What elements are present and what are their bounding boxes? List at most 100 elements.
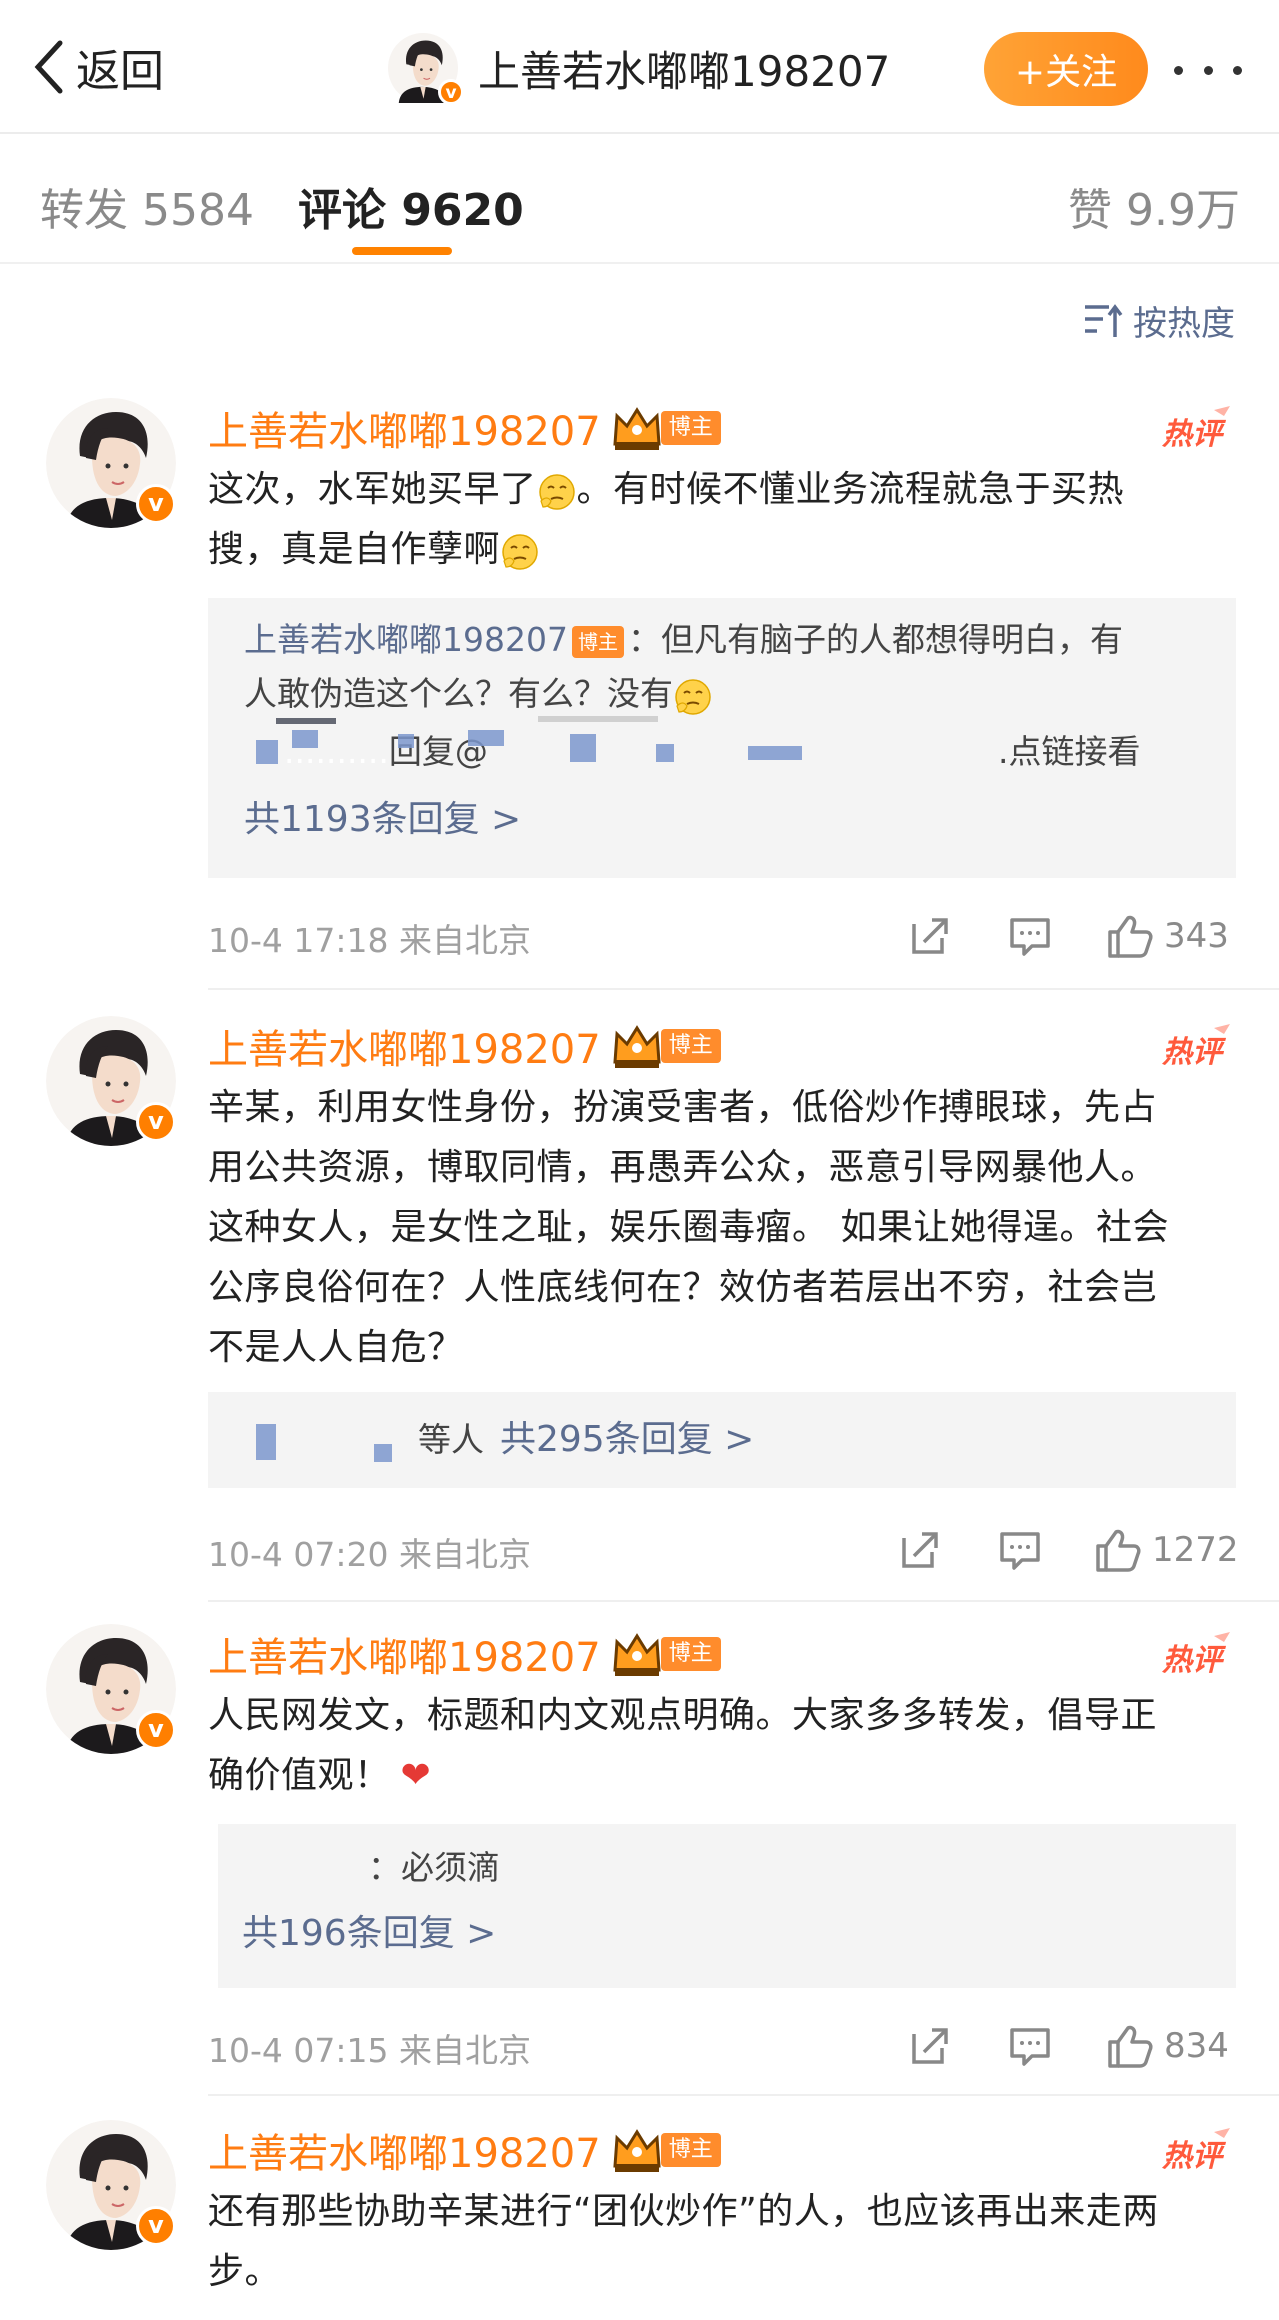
avatar[interactable]: v: [46, 1624, 176, 1754]
comment-author-name[interactable]: 上善若水嘟嘟198207: [208, 1017, 601, 1075]
reply-count-link[interactable]: 共1193条回复 >: [244, 794, 521, 846]
comment-author-row: 上善若水嘟嘟198207 博主: [208, 1624, 721, 1684]
more-options-button[interactable]: [1168, 40, 1248, 100]
blurred-text: [256, 1424, 276, 1460]
comment-icon: [1006, 912, 1054, 960]
reply-button[interactable]: [996, 1526, 1044, 1574]
comment-author-name[interactable]: 上善若水嘟嘟198207: [208, 1625, 601, 1683]
author-badge: 博主: [660, 411, 721, 445]
author-badge: 博主: [660, 1029, 721, 1063]
reply-preview-line: 上善若水嘟嘟198207 博主 ：但凡有脑子的人都想得明白，有: [244, 620, 1123, 659]
verified-badge-icon: v: [136, 1710, 176, 1750]
thumbs-up-icon: [1094, 1526, 1142, 1574]
crown-icon: [611, 2126, 663, 2174]
blurred-text: [748, 746, 802, 760]
tab-reposts[interactable]: 转发 5584: [40, 174, 254, 238]
page-title[interactable]: v 上善若水嘟嘟198207: [388, 30, 890, 106]
reply-preview-line: .点链接看: [998, 732, 1141, 771]
comment-meta: 10-4 17:18 来自北京 343: [208, 906, 1238, 966]
hot-comment-icon: [1160, 404, 1236, 458]
reply-count-link[interactable]: 共295条回复 >: [500, 1419, 754, 1460]
thumbs-up-icon: [1106, 2022, 1154, 2070]
like-count: 1272: [1152, 1530, 1239, 1570]
blurred-text: [276, 718, 336, 724]
sort-icon: [1085, 303, 1123, 337]
tab-likes[interactable]: 赞 9.9万: [1068, 174, 1240, 238]
comment-meta: 10-4 07:15 来自北京 834: [208, 2016, 1238, 2076]
comment-author-name[interactable]: 上善若水嘟嘟198207: [208, 2121, 601, 2179]
tab-comments[interactable]: 评论 9620: [298, 174, 524, 238]
comment-meta: 10-4 07:20 来自北京 1272: [208, 1520, 1239, 1580]
reply-button[interactable]: [1006, 912, 1054, 960]
avatar[interactable]: v: [46, 398, 176, 528]
comment-text: 人民网发文，标题和内文观点明确。大家多多转发，倡导正 确价值观！ ❤: [208, 1695, 1158, 1796]
divider: [208, 1600, 1279, 1602]
comment-text: 辛某，利用女性身份，扮演受害者，低俗炒作搏眼球，先占 用公共资源，博取同情，再愚…: [208, 1087, 1169, 1368]
comment-author-row: 上善若水嘟嘟198207 博主: [208, 398, 721, 458]
comment-text: 还有那些协助辛某进行“团伙炒作”的人，也应该再出来走两 步。: [208, 2191, 1159, 2292]
comment-item: v 上善若水嘟嘟198207 博主 这次，水军她买早了 。有时候不懂业务流程就急于…: [0, 398, 1279, 998]
sort-label: 按热度: [1133, 304, 1235, 344]
blurred-text: [570, 734, 596, 762]
divider: [208, 2094, 1279, 2096]
share-button[interactable]: [906, 912, 954, 960]
verified-badge-icon: v: [136, 484, 176, 524]
comment-text: 这次，水军她买早了 。有时候不懂业务流程就急于买热 搜，真是自作孽啊: [208, 469, 1125, 571]
hot-comment-icon: [1160, 2126, 1236, 2180]
comment-author-row: 上善若水嘟嘟198207 博主: [208, 2120, 721, 2180]
comment-author-row: 上善若水嘟嘟198207 博主: [208, 1016, 721, 1076]
share-icon: [906, 2022, 954, 2070]
blurred-text: [398, 734, 414, 748]
comment-icon: [996, 1526, 1044, 1574]
heart-icon: ❤: [400, 1755, 432, 1796]
like-count: 343: [1164, 916, 1229, 956]
reply-preview-box[interactable]: 上善若水嘟嘟198207 博主 ：但凡有脑子的人都想得明白，有 人敢伪造这个么？有么…: [208, 598, 1236, 878]
author-badge: 博主: [660, 1637, 721, 1671]
comment-icon: [1006, 2022, 1054, 2070]
thinking-emoji-icon: [500, 531, 540, 571]
author-name: 上善若水嘟嘟198207: [478, 46, 891, 96]
more-dot-icon: [1233, 65, 1242, 75]
reply-button[interactable]: [1006, 2022, 1054, 2070]
tab-bar: 转发 5584 评论 9620 赞 9.9万: [0, 134, 1279, 264]
blurred-text: [468, 730, 504, 746]
comment-timestamp: 10-4 17:18 来自北京: [208, 921, 531, 960]
comment-author-name[interactable]: 上善若水嘟嘟198207: [208, 399, 601, 457]
avatar[interactable]: v: [46, 1016, 176, 1146]
hot-comment-icon: [1160, 1630, 1236, 1684]
reply-preview-box[interactable]: 等人 共295条回复 >: [208, 1392, 1236, 1488]
more-dot-icon: [1203, 65, 1213, 75]
blurred-text: [292, 730, 318, 748]
reply-count-link[interactable]: 共196条回复 >: [242, 1908, 496, 1960]
comment-item: v 上善若水嘟嘟198207 博主 还有那些协助辛某进行“团伙炒作”的人，也应该…: [0, 2120, 1279, 2320]
blurred-text: [538, 716, 658, 722]
verified-badge-icon: v: [136, 1102, 176, 1142]
comment-timestamp: 10-4 07:15 来自北京: [208, 2031, 531, 2070]
like-button[interactable]: 1272: [1094, 1526, 1239, 1574]
sort-by-hot-button[interactable]: 按热度: [1083, 296, 1235, 345]
divider: [208, 988, 1279, 990]
reply-preview-line: 等人 共295条回复 >: [418, 1419, 755, 1460]
reply-preview-box[interactable]: ：必须滴 共196条回复 >: [218, 1824, 1236, 1988]
share-icon: [896, 1526, 944, 1574]
thinking-emoji-icon: [537, 471, 577, 511]
back-label: 返回: [76, 46, 164, 97]
share-icon: [906, 912, 954, 960]
crown-icon: [611, 404, 663, 452]
comment-item: v 上善若水嘟嘟198207 博主 辛某，利用女性身份，扮演受害者，低俗炒作搏眼…: [0, 1016, 1279, 1606]
share-button[interactable]: [896, 1526, 944, 1574]
author-avatar: v: [388, 33, 464, 105]
avatar[interactable]: v: [46, 2120, 176, 2250]
blurred-text: [656, 744, 674, 762]
thumbs-up-icon: [1106, 912, 1154, 960]
follow-button[interactable]: +关注: [984, 32, 1148, 106]
active-tab-indicator: [352, 247, 452, 255]
like-button[interactable]: 834: [1106, 2022, 1229, 2070]
blurred-text: [256, 740, 278, 764]
back-button[interactable]: 返回: [30, 34, 164, 100]
author-badge: 博主: [660, 2133, 721, 2167]
more-dot-icon: [1174, 65, 1183, 75]
share-button[interactable]: [906, 2022, 954, 2070]
verified-badge-icon: v: [438, 79, 464, 105]
like-button[interactable]: 343: [1106, 912, 1229, 960]
